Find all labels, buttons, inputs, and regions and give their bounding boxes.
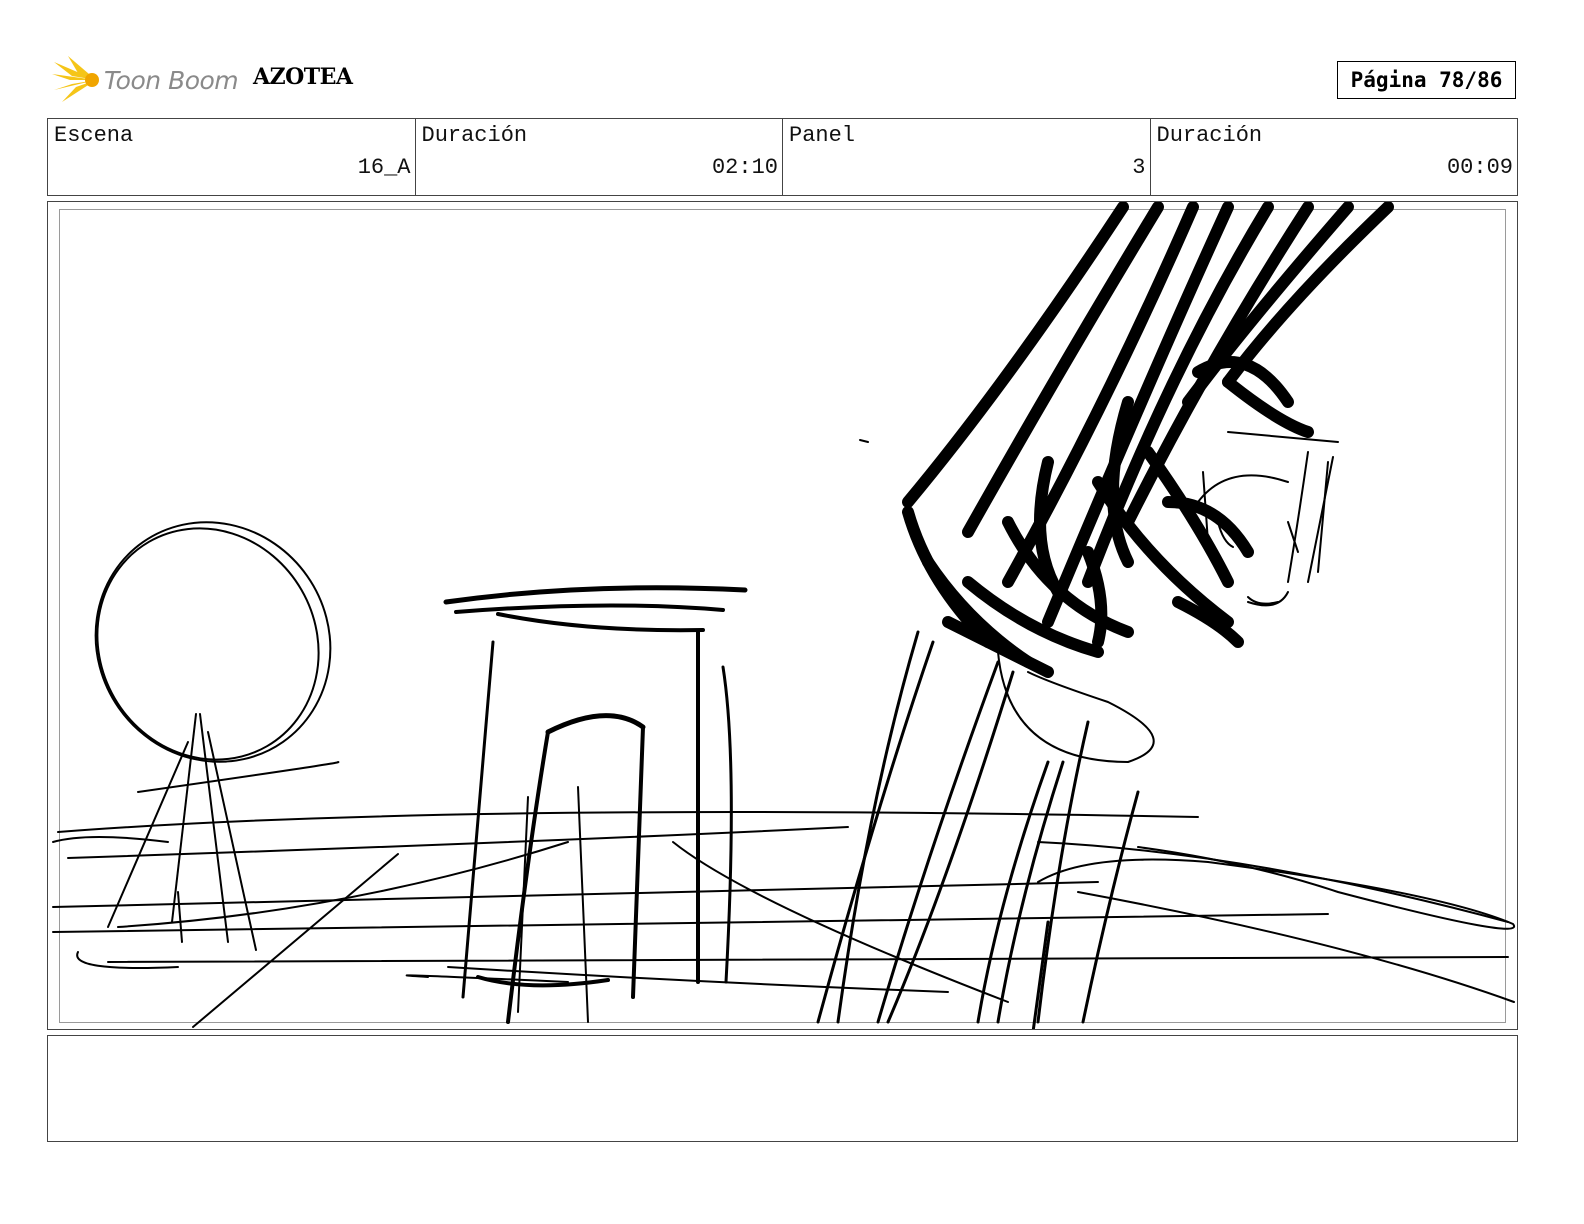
storyboard-panel — [47, 201, 1518, 1030]
toon-boom-logo: Toon Boom — [52, 56, 242, 106]
figure-legs-sketch — [816, 630, 1140, 1029]
scene-value: 16_A — [357, 155, 411, 180]
floor-lines-sketch — [52, 761, 1509, 1028]
starburst-icon — [52, 56, 99, 102]
info-cell-scene: Escena 16_A — [48, 119, 416, 195]
figure-body-sketch — [997, 451, 1516, 1003]
panel-notes — [47, 1035, 1518, 1142]
bench-sketch — [443, 585, 748, 1024]
info-cell-panel: Panel 3 — [783, 119, 1151, 195]
project-title: AZOTEA — [253, 64, 353, 90]
scene-label: Escena — [54, 123, 134, 148]
scene-info-table: Escena 16_A Duración 02:10 Panel 3 Durac… — [47, 118, 1518, 196]
panel-sketch — [52, 202, 1516, 1029]
info-cell-panel-duration: Duración 00:09 — [1151, 119, 1518, 195]
scene-duration-label: Duración — [421, 123, 528, 148]
panel-duration-label: Duración — [1156, 123, 1263, 148]
page-number: Página 78/86 — [1337, 61, 1516, 99]
scene-duration-value: 02:10 — [711, 155, 778, 180]
logo-text: Toon Boom — [104, 66, 239, 95]
panel-label: Panel — [789, 123, 856, 148]
panel-duration-value: 00:09 — [1446, 155, 1513, 180]
info-cell-scene-duration: Duración 02:10 — [416, 119, 783, 195]
panel-value: 3 — [1132, 155, 1146, 180]
round-table-sketch — [94, 521, 332, 951]
